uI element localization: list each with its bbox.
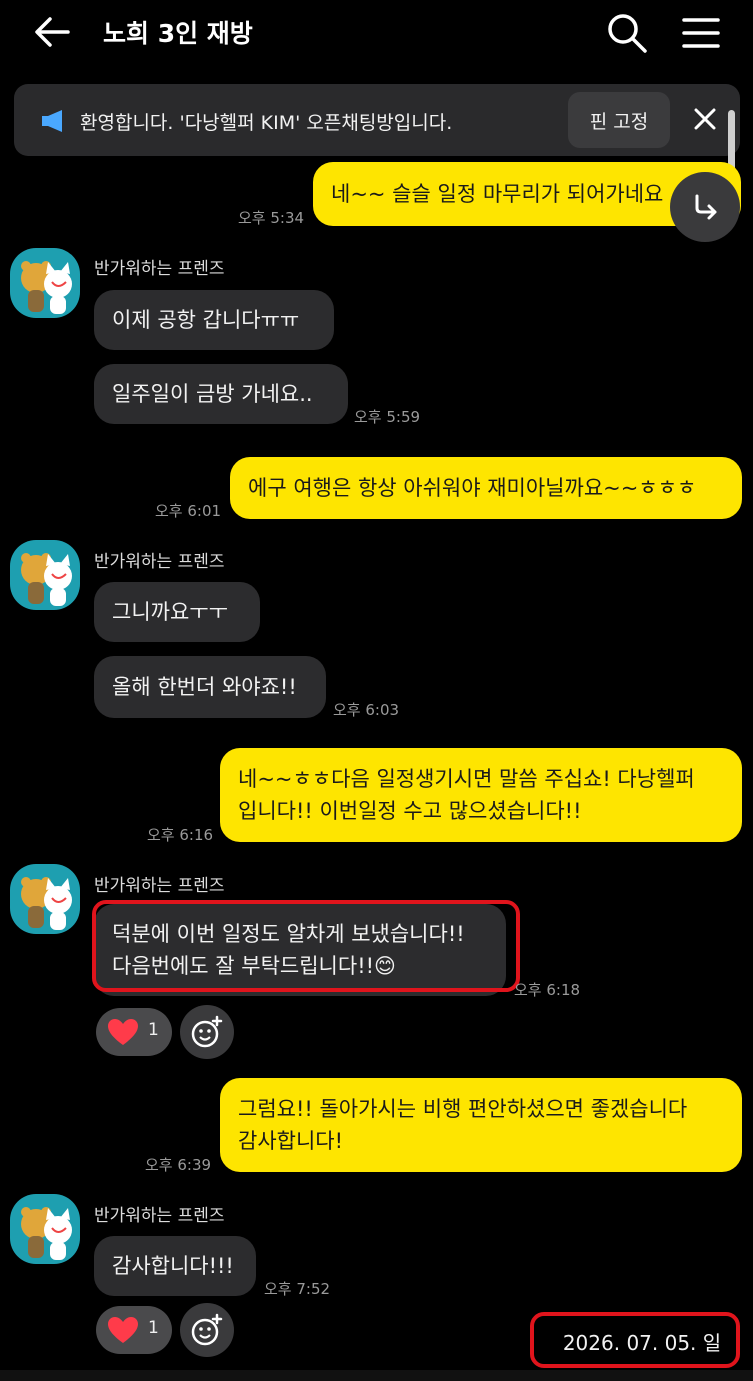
share-forward-icon (695, 194, 717, 220)
notice-text: 환영합니다. '다낭헬퍼 KIM' 오픈채팅방입니다. (80, 112, 453, 134)
add-emoji-icon (191, 1313, 223, 1346)
message-text: 감사합니다!!! (112, 1254, 234, 1278)
message-time: 오후 5:34 (238, 209, 305, 227)
reaction-count: 1 (148, 1318, 159, 1338)
back-arrow-icon[interactable] (30, 10, 74, 54)
highlight-box (92, 900, 520, 992)
message-text-line: 그럼요!! 돌아가시는 비행 편안하셨으면 좋겠습니다 (238, 1097, 688, 1121)
avatar[interactable] (10, 540, 80, 610)
sender-name: 반가워하는 프렌즈 (94, 259, 225, 279)
chat-title: 노희 3인 재방 (103, 19, 253, 48)
reaction-count: 1 (148, 1020, 159, 1040)
heart-reaction[interactable]: 1 (96, 1008, 172, 1056)
share-forward-button[interactable] (670, 172, 740, 242)
chat-header: 노희 3인 재방 (0, 0, 753, 66)
message-time: 오후 6:18 (514, 981, 581, 999)
avatar[interactable] (10, 864, 80, 934)
message-text: 에구 여행은 항상 아쉬워야 재미아닐까요~~ㅎㅎㅎ (248, 476, 697, 500)
sender-name: 반가워하는 프렌즈 (94, 876, 225, 896)
message-bubble-mine[interactable]: 그럼요!! 돌아가시는 비행 편안하셨으면 좋겠습니다 감사합니다! (220, 1078, 742, 1172)
message-text-line: 입니다!! 이번일정 수고 많으셨습니다!! (238, 799, 582, 823)
menu-icon[interactable] (678, 12, 724, 54)
message-time: 오후 6:01 (155, 502, 222, 520)
close-icon[interactable] (690, 104, 720, 134)
message-text: 이제 공항 갑니다ㅠㅠ (112, 308, 300, 332)
message-time: 오후 6:03 (333, 701, 400, 719)
avatar[interactable] (10, 248, 80, 318)
highlight-box (530, 1312, 740, 1368)
sender-name: 반가워하는 프렌즈 (94, 1206, 225, 1226)
heart-reaction[interactable]: 1 (96, 1306, 172, 1354)
add-reaction-button[interactable] (180, 1005, 234, 1059)
message-bubble-mine[interactable]: 에구 여행은 항상 아쉬워야 재미아닐까요~~ㅎㅎㅎ (230, 457, 742, 519)
input-bar-edge (0, 1370, 753, 1381)
message-time: 오후 6:39 (145, 1156, 212, 1174)
message-text-line: 감사합니다! (238, 1129, 344, 1153)
message-bubble-theirs[interactable]: 올해 한번더 와야죠!! (94, 656, 326, 718)
message-bubble-theirs[interactable]: 이제 공항 갑니다ㅠㅠ (94, 290, 334, 350)
heart-icon (108, 1019, 138, 1045)
message-bubble-theirs[interactable]: 일주일이 금방 가네요.. (94, 364, 348, 424)
search-icon[interactable] (604, 10, 650, 56)
message-time: 오후 7:52 (264, 1280, 331, 1298)
notice-banner[interactable]: 환영합니다. '다낭헬퍼 KIM' 오픈채팅방입니다. 핀 고정 (14, 84, 740, 156)
add-reaction-button[interactable] (180, 1303, 234, 1357)
message-bubble-theirs[interactable]: 그니까요ㅜㅜ (94, 582, 260, 642)
message-text: 네~~ 슬슬 일정 마무리가 되어가네요 (331, 182, 664, 206)
add-emoji-icon (191, 1015, 223, 1048)
pin-button[interactable]: 핀 고정 (568, 92, 670, 148)
message-time: 오후 6:16 (147, 826, 214, 844)
avatar[interactable] (10, 1194, 80, 1264)
sender-name: 반가워하는 프렌즈 (94, 552, 225, 572)
message-text-line: 네~~ㅎㅎ다음 일정생기시면 말씀 주십쇼! 다낭헬퍼 (238, 767, 695, 791)
message-text: 일주일이 금방 가네요.. (112, 382, 313, 406)
megaphone-icon (40, 108, 68, 134)
message-text: 그니까요ㅜㅜ (112, 600, 228, 624)
message-bubble-theirs[interactable]: 감사합니다!!! (94, 1236, 256, 1296)
heart-icon (108, 1317, 138, 1343)
message-time: 오후 5:59 (354, 408, 421, 426)
message-text: 올해 한번더 와야죠!! (112, 675, 297, 699)
message-bubble-mine[interactable]: 네~~ㅎㅎ다음 일정생기시면 말씀 주십쇼! 다낭헬퍼 입니다!! 이번일정 수… (220, 748, 742, 842)
